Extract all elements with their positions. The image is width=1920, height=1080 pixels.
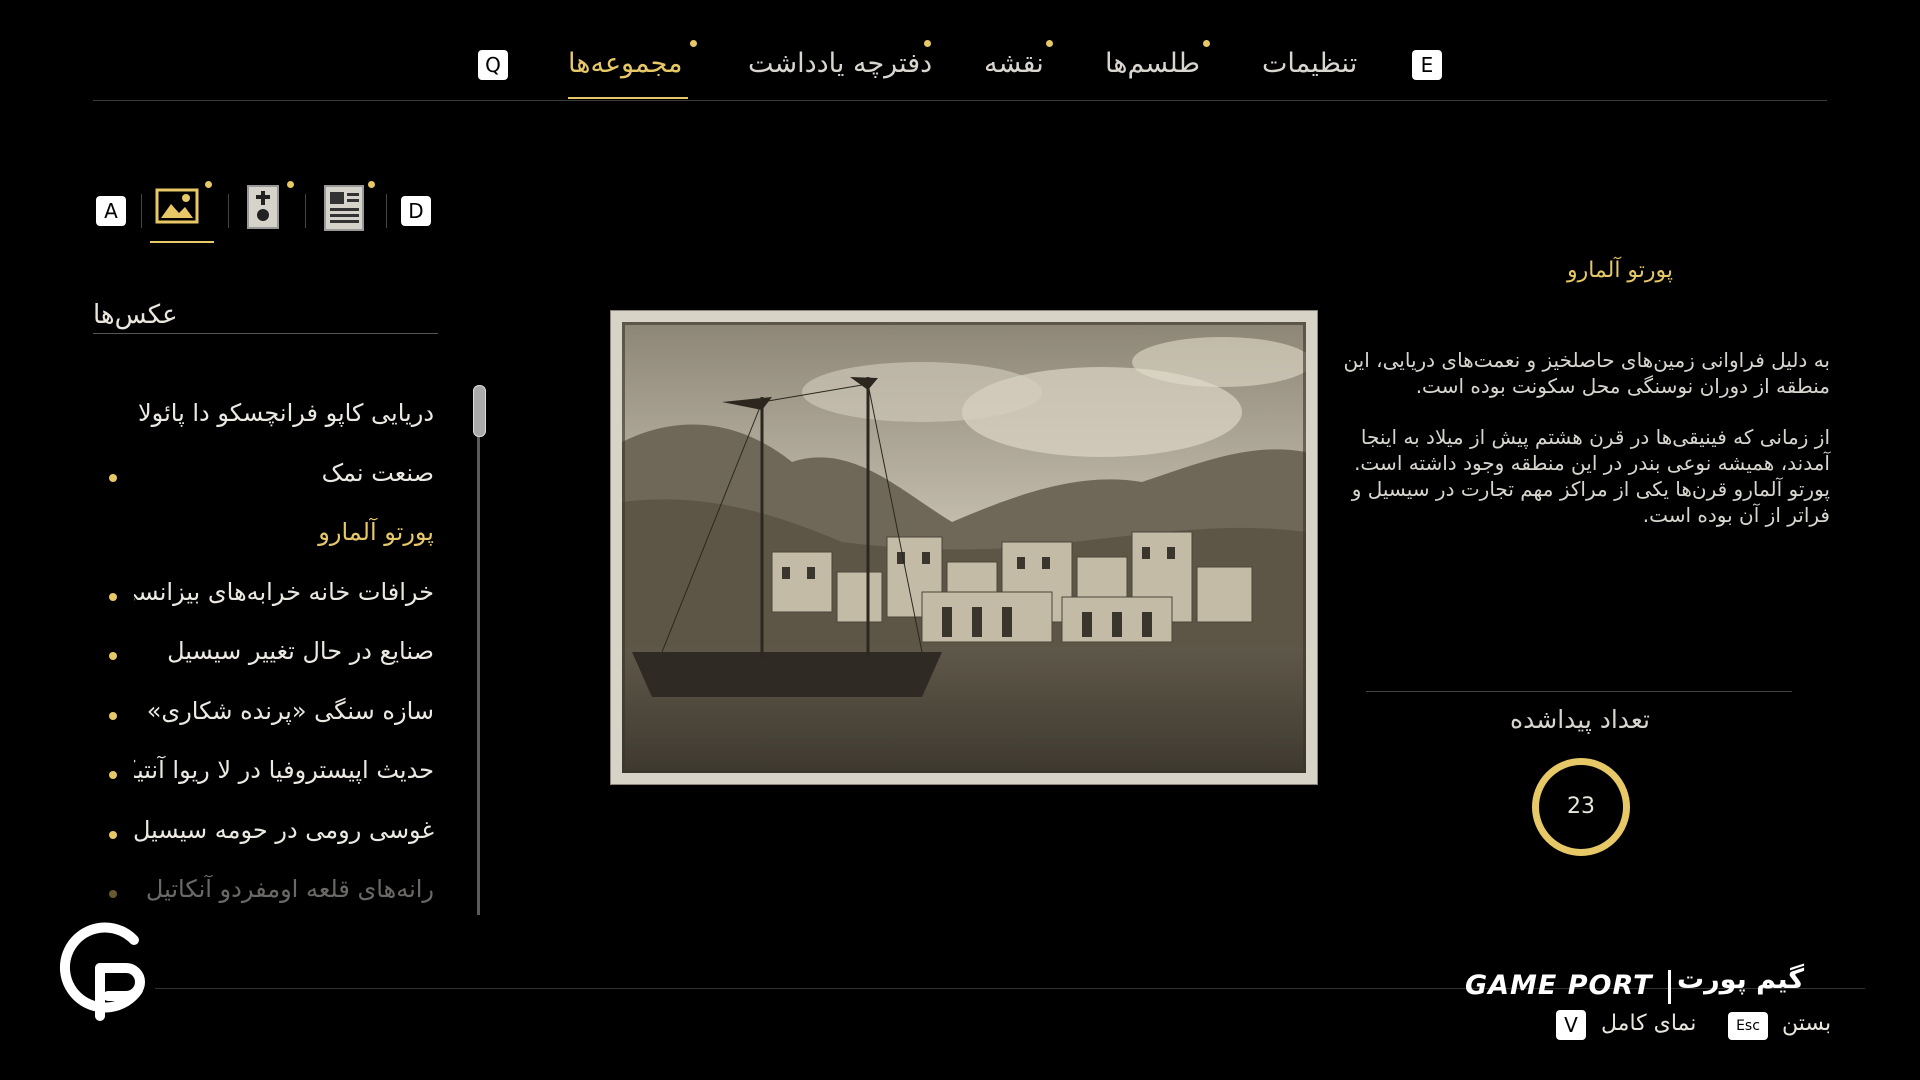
gameport-logo (56, 918, 160, 1022)
close-hint-label: بستن (1782, 1011, 1832, 1036)
tab-label: طلسم‌ها (1105, 48, 1200, 79)
divider (305, 194, 306, 228)
tab-label: نقشه (984, 48, 1044, 79)
unread-bullet (109, 474, 117, 482)
new-indicator-dot (924, 40, 931, 47)
tab-journal[interactable]: دفترچه یادداشت (748, 40, 933, 79)
entry-title: پورتو آلمارو (1566, 258, 1674, 283)
v-key[interactable]: V (1556, 1010, 1586, 1040)
description-paragraph: از زمانی که فینیقی‌ها در قرن هشتم پیش از… (1351, 425, 1830, 527)
list-item-label: غوسی رومی در حومه سیسیل (134, 816, 434, 844)
key-hint-a[interactable]: A (96, 196, 126, 226)
new-indicator-dot (690, 40, 697, 47)
tab-settings[interactable]: تنظیمات (1262, 48, 1357, 79)
fullview-hint-label: نمای کامل (1601, 1011, 1697, 1036)
key-hint-e[interactable]: E (1412, 50, 1442, 80)
list-item-selected[interactable]: پورتو آلمارو (94, 518, 440, 558)
list-item-label: خرافات خانه خرابه‌های بیزانسی (134, 578, 434, 606)
tab-label: تنظیمات (1262, 48, 1358, 79)
list-item[interactable]: صنایع در حال تغییر سیسیل (94, 637, 440, 677)
top-navigation: Q مجموعه‌ها دفترچه یادداشت نقشه طلسم‌ها … (0, 40, 1920, 99)
brand-name-en: GAME PORT (1465, 970, 1653, 1001)
unread-bullet (109, 652, 117, 660)
found-count-value: 23 (1567, 794, 1595, 819)
key-hint-q[interactable]: Q (478, 50, 508, 80)
list-item-label: رانه‌های قلعه اومفردو آنکاتیل (145, 875, 434, 903)
divider (228, 194, 229, 228)
list-item[interactable]: حدیث اپیستروفیا در لا ریوا آنتیکا (94, 756, 440, 796)
list-item-label: سازه سنگی «پرنده شکاری» (146, 697, 434, 725)
unread-bullet (109, 831, 117, 839)
list-item[interactable]: خرافات خانه خرابه‌های بیزانسی (94, 578, 440, 618)
list-item[interactable]: سازه سنگی «پرنده شکاری» (94, 697, 440, 737)
photo-icon[interactable] (155, 186, 199, 236)
nav-divider (93, 100, 1827, 101)
photo-list: دریایی کاپو فرانچسکو دا پائولا صنعت نمک … (94, 385, 440, 915)
unread-bullet (109, 890, 117, 898)
new-indicator-dot (205, 181, 212, 188)
esc-key[interactable]: Esc (1728, 1012, 1768, 1040)
divider (141, 194, 142, 228)
scrollbar-thumb[interactable] (473, 385, 486, 437)
list-item-label: دریایی کاپو فرانچسکو دا پائولا (137, 399, 434, 427)
list-item-label: صنعت نمک (321, 459, 434, 487)
scrollbar-track[interactable] (477, 390, 480, 915)
new-indicator-dot (287, 181, 294, 188)
unread-bullet (109, 771, 117, 779)
document-icon[interactable] (322, 183, 366, 233)
list-item-label: صنایع در حال تغییر سیسیل (167, 637, 434, 665)
divider (386, 194, 387, 228)
active-category-underline (150, 241, 214, 243)
tab-label: مجموعه‌ها (568, 48, 683, 79)
brand-separator (1668, 970, 1671, 1004)
unread-bullet (109, 712, 117, 720)
tab-talismans[interactable]: طلسم‌ها (1105, 40, 1210, 79)
section-divider (93, 333, 438, 334)
reliquary-icon[interactable] (243, 183, 287, 233)
brand-name-fa: گیم پورت (1677, 964, 1805, 995)
list-item[interactable]: غوسی رومی در حومه سیسیل (94, 816, 440, 856)
tab-label: دفترچه یادداشت (748, 48, 933, 79)
tab-map[interactable]: نقشه (984, 40, 1053, 79)
found-count-label: تعداد پیداشده (1510, 705, 1650, 734)
new-indicator-dot (1203, 40, 1210, 47)
collectible-photo[interactable] (610, 310, 1318, 785)
new-indicator-dot (368, 181, 375, 188)
tab-collections[interactable]: مجموعه‌ها (568, 40, 697, 79)
key-hint-d[interactable]: D (401, 196, 431, 226)
section-title: عکس‌ها (93, 300, 178, 330)
active-tab-underline (568, 97, 688, 99)
list-item[interactable]: رانه‌های قلعه اومفردو آنکاتیل (94, 875, 440, 915)
list-item-label: پورتو آلمارو (318, 518, 434, 546)
new-indicator-dot (1046, 40, 1053, 47)
list-item[interactable]: صنعت نمک (94, 459, 440, 499)
unread-bullet (109, 593, 117, 601)
list-item-label: حدیث اپیستروفیا در لا ریوا آنتیکا (134, 756, 434, 784)
list-item[interactable]: دریایی کاپو فرانچسکو دا پائولا (94, 399, 440, 439)
stats-divider (1366, 691, 1792, 692)
harbor-photograph (622, 322, 1306, 773)
description-paragraph: به دلیل فراوانی زمین‌های حاصلخیز و نعمت‌… (1343, 348, 1830, 398)
